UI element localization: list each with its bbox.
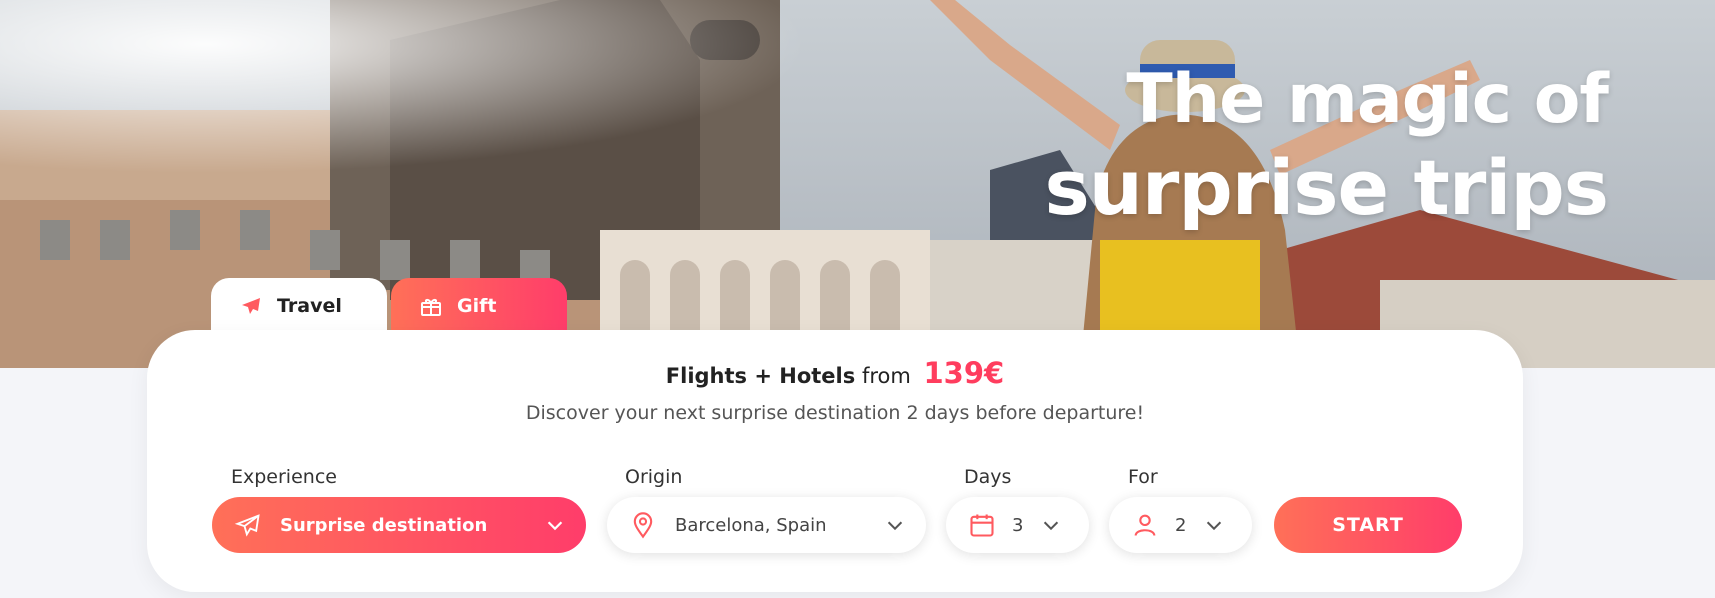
travelers-select[interactable]: 2 — [1109, 497, 1252, 553]
calendar-icon — [968, 511, 996, 539]
for-label: For — [1128, 466, 1158, 488]
experience-label: Experience — [231, 466, 337, 488]
origin-value: Barcelona, Spain — [675, 514, 827, 536]
headline-product: Flights + Hotels — [665, 364, 856, 388]
chevron-down-icon — [544, 514, 566, 536]
days-label: Days — [964, 466, 1012, 488]
tab-gift[interactable]: Gift — [391, 278, 567, 334]
hero-title-line2: surprise trips — [1044, 143, 1609, 232]
headline-from: from — [861, 364, 911, 388]
origin-label: Origin — [625, 466, 683, 488]
start-button[interactable]: START — [1274, 497, 1462, 553]
price: 139€ — [923, 356, 1005, 390]
hero-title: The magic of surprise trips — [1045, 58, 1609, 234]
tab-travel-label: Travel — [277, 295, 342, 317]
subline: Discover your next surprise destination … — [525, 402, 1145, 424]
days-select[interactable]: 3 — [946, 497, 1089, 553]
gift-icon — [419, 294, 443, 318]
tab-travel[interactable]: Travel — [211, 278, 387, 334]
chevron-down-icon — [884, 514, 906, 536]
plane-icon — [239, 294, 263, 318]
travelers-value: 2 — [1175, 514, 1187, 536]
headline: Flights + Hotels from 139€ — [147, 356, 1523, 390]
experience-select[interactable]: Surprise destination — [212, 497, 586, 553]
location-pin-icon — [629, 511, 657, 539]
origin-select[interactable]: Barcelona, Spain — [607, 497, 926, 553]
chevron-down-icon — [1203, 514, 1225, 536]
hero-title-line1: The magic of — [1126, 60, 1609, 139]
chevron-down-icon — [1040, 514, 1062, 536]
plane-icon — [234, 511, 262, 539]
search-card: Flights + Hotels from 139€ Discover your… — [147, 330, 1523, 592]
tab-gift-label: Gift — [457, 295, 497, 317]
person-icon — [1131, 511, 1159, 539]
experience-value: Surprise destination — [280, 514, 488, 536]
days-value: 3 — [1012, 514, 1024, 536]
